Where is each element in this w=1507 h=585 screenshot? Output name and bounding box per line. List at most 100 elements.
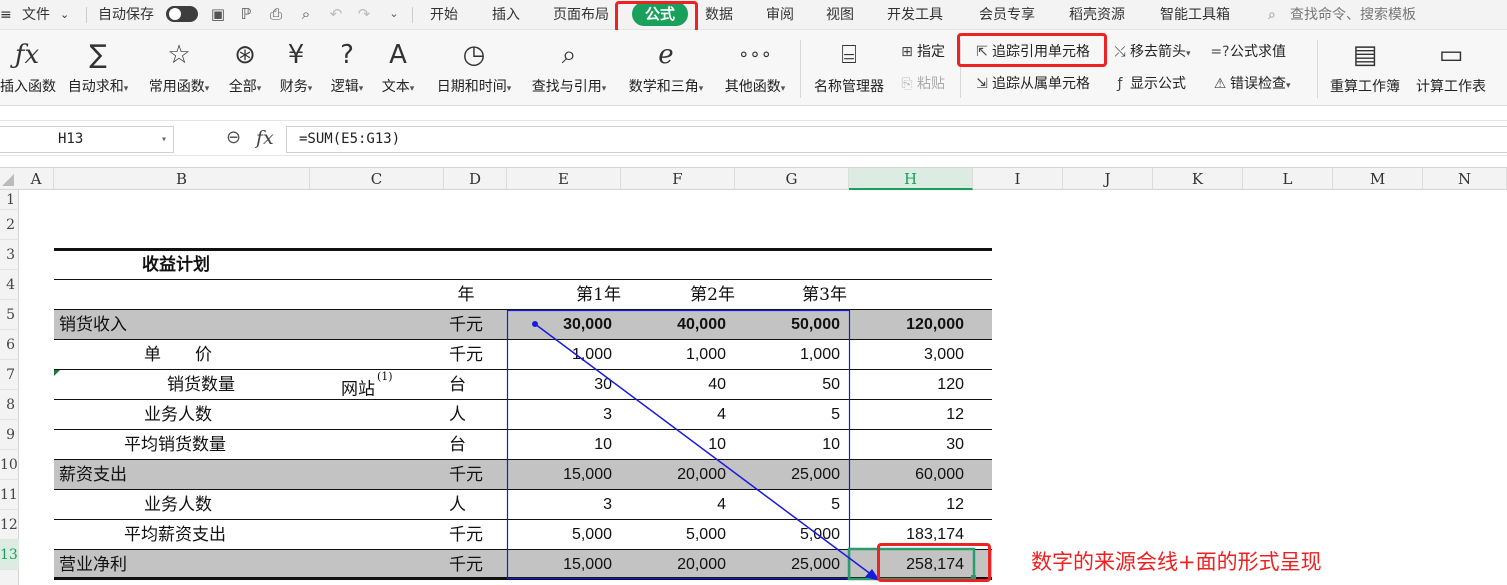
chevron-down-icon[interactable]: ▾ bbox=[161, 127, 167, 152]
error-check-button[interactable]: ⚠ 错误检查▾ bbox=[1210, 72, 1291, 96]
star-icon: ☆ bbox=[167, 40, 191, 70]
tab-view[interactable]: 视图 bbox=[826, 5, 854, 25]
zoom-search-icon[interactable]: ⊖ bbox=[226, 127, 241, 148]
column-header-k[interactable]: K bbox=[1153, 168, 1243, 190]
show-formulas-button[interactable]: ƒ 显示公式 bbox=[1110, 72, 1186, 96]
row-header-2[interactable]: 2 bbox=[0, 210, 19, 240]
tab-home[interactable]: 开始 bbox=[430, 5, 458, 25]
logical-button[interactable]: ? 逻辑▾ bbox=[324, 34, 370, 102]
row-header-11[interactable]: 11 bbox=[0, 480, 19, 510]
row-header-5[interactable]: 5 bbox=[0, 300, 19, 330]
chevron-down-icon[interactable]: ⌄ bbox=[60, 5, 69, 25]
name-manager-button[interactable]: ⌸ 名称管理器 bbox=[808, 34, 890, 102]
other-functions-button[interactable]: ∘∘∘ 其他函数▾ bbox=[717, 34, 793, 102]
row-header-9[interactable]: 9 bbox=[0, 420, 19, 450]
autosum-button[interactable]: ∑ 自动求和▾ bbox=[60, 34, 136, 102]
tab-docer[interactable]: 稻壳资源 bbox=[1069, 5, 1125, 25]
tab-page-layout[interactable]: 页面布局 bbox=[553, 5, 609, 25]
divider bbox=[86, 7, 87, 23]
trace-dependents-icon: ⇲ bbox=[976, 76, 988, 92]
evaluate-icon: =? bbox=[1210, 44, 1230, 60]
column-header-f[interactable]: F bbox=[621, 168, 735, 190]
row-header-8[interactable]: 8 bbox=[0, 390, 19, 420]
annotation-text: 数字的来源会线+面的形式呈现 bbox=[1031, 550, 1322, 574]
remove-arrows-button[interactable]: ⤯ 移去箭头▾ bbox=[1110, 40, 1190, 64]
column-header-a[interactable]: A bbox=[19, 168, 54, 190]
tab-data[interactable]: 数据 bbox=[705, 5, 733, 25]
recalc-workbook-button[interactable]: ▤ 重算工作簿 bbox=[1324, 34, 1406, 102]
column-header-c[interactable]: C bbox=[310, 168, 444, 190]
redo-icon[interactable]: ↷ bbox=[354, 4, 374, 24]
column-headers: A B C D E F G H I J K L M N bbox=[0, 167, 1507, 190]
math-e-icon: e bbox=[658, 40, 674, 70]
search-icon[interactable]: ⌕ bbox=[1268, 5, 1276, 25]
menu-file[interactable]: 文件 bbox=[22, 5, 50, 25]
row-header-1[interactable]: 1 bbox=[0, 190, 19, 210]
calc-sheet-button[interactable]: ▭ 计算工作表 bbox=[1410, 34, 1492, 102]
financial-button[interactable]: ¥ 财务▾ bbox=[272, 34, 320, 102]
tab-review[interactable]: 审阅 bbox=[766, 5, 794, 25]
print-preview-icon[interactable]: ⌕ bbox=[296, 4, 316, 24]
magnifier-box-icon: ⌕ bbox=[561, 40, 577, 70]
common-functions-button[interactable]: ☆ 常用函数▾ bbox=[141, 34, 217, 102]
column-header-d[interactable]: D bbox=[444, 168, 507, 190]
column-header-m[interactable]: M bbox=[1333, 168, 1423, 190]
customize-quick-access-icon[interactable]: ⌄ bbox=[384, 4, 404, 24]
tab-smart-tools[interactable]: 智能工具箱 bbox=[1160, 5, 1230, 25]
divider bbox=[1317, 40, 1318, 98]
row-header-13[interactable]: 13 bbox=[0, 540, 19, 570]
formula-input[interactable]: =SUM(E5:G13) bbox=[286, 126, 1507, 153]
paste-name-button[interactable]: ⎘ 粘贴 bbox=[897, 72, 945, 96]
trace-dependents-button[interactable]: ⇲ 追踪从属单元格 bbox=[972, 72, 1090, 96]
lookup-button[interactable]: ⌕ 查找与引用▾ bbox=[524, 34, 614, 102]
row-header-12[interactable]: 12 bbox=[0, 510, 19, 540]
column-header-h[interactable]: H bbox=[849, 168, 973, 190]
row-header-6[interactable]: 6 bbox=[0, 330, 19, 360]
column-header-b[interactable]: B bbox=[54, 168, 310, 190]
trace-precedents-overlay bbox=[506, 309, 976, 581]
row-header-7[interactable]: 7 bbox=[0, 360, 19, 390]
column-header-g[interactable]: G bbox=[735, 168, 849, 190]
formula-bar: H13 ▾ ⊖ fx =SUM(E5:G13) bbox=[0, 120, 1507, 156]
autosave-toggle[interactable] bbox=[166, 6, 198, 22]
save-icon[interactable]: ▣ bbox=[208, 4, 228, 24]
print-icon[interactable]: ⎙ bbox=[266, 4, 286, 24]
evaluate-formula-button[interactable]: =?公式求值 bbox=[1210, 40, 1286, 64]
asterisk-circle-icon: ⊛ bbox=[234, 40, 256, 70]
row-header-3[interactable]: 3 bbox=[0, 240, 19, 270]
select-all-corner[interactable] bbox=[2, 174, 14, 186]
name-box[interactable]: H13 ▾ bbox=[0, 126, 174, 153]
tab-insert[interactable]: 插入 bbox=[492, 5, 520, 25]
search-command-input[interactable]: 查找命令、搜索模板 bbox=[1290, 5, 1416, 25]
all-functions-button[interactable]: ⊛ 全部▾ bbox=[221, 34, 269, 102]
column-header-l[interactable]: L bbox=[1243, 168, 1333, 190]
datetime-button[interactable]: ◷ 日期和时间▾ bbox=[428, 34, 520, 102]
tab-member[interactable]: 会员专享 bbox=[979, 5, 1035, 25]
autosave-label: 自动保存 bbox=[98, 7, 154, 23]
column-header-n[interactable]: N bbox=[1423, 168, 1507, 190]
column-header-j[interactable]: J bbox=[1063, 168, 1153, 190]
undo-icon[interactable]: ↶ bbox=[326, 4, 346, 24]
math-button[interactable]: e 数学和三角▾ bbox=[620, 34, 712, 102]
tab-developer[interactable]: 开发工具 bbox=[887, 5, 943, 25]
insert-function-button[interactable]: ƒx 插入函数 bbox=[0, 34, 56, 102]
fx-eye-icon: ƒ bbox=[1117, 76, 1123, 92]
question-box-icon: ? bbox=[340, 40, 354, 70]
calc-sheet-icon: ▭ bbox=[1438, 40, 1464, 70]
table-icon: ⊞ bbox=[901, 44, 913, 60]
menu-bar: ≡ 文件 ⌄ 自动保存 ▣ ℙ ⎙ ⌕ ↶ ↷ ⌄ 开始 插入 页面布局 公式 … bbox=[0, 0, 1507, 33]
trace-arrow-origin-dot bbox=[532, 321, 538, 327]
column-header-e[interactable]: E bbox=[507, 168, 621, 190]
text-functions-button[interactable]: A 文本▾ bbox=[375, 34, 421, 102]
format-painter-icon[interactable]: ℙ bbox=[236, 4, 256, 24]
worksheet[interactable]: 收益计划 年 第1年 第2年 第3年 销货收入 千元 30,000 40,000… bbox=[19, 190, 1507, 585]
highlight-box-formulas-tab bbox=[615, 1, 698, 33]
row-header-4[interactable]: 4 bbox=[0, 270, 19, 300]
column-header-i[interactable]: I bbox=[973, 168, 1063, 190]
yen-icon: ¥ bbox=[287, 40, 305, 70]
menu-icon[interactable]: ≡ bbox=[0, 5, 12, 25]
define-name-button[interactable]: ⊞ 指定 bbox=[897, 40, 945, 64]
sigma-icon: ∑ bbox=[89, 40, 107, 70]
fx-icon[interactable]: fx bbox=[256, 127, 274, 149]
row-header-10[interactable]: 10 bbox=[0, 450, 19, 480]
